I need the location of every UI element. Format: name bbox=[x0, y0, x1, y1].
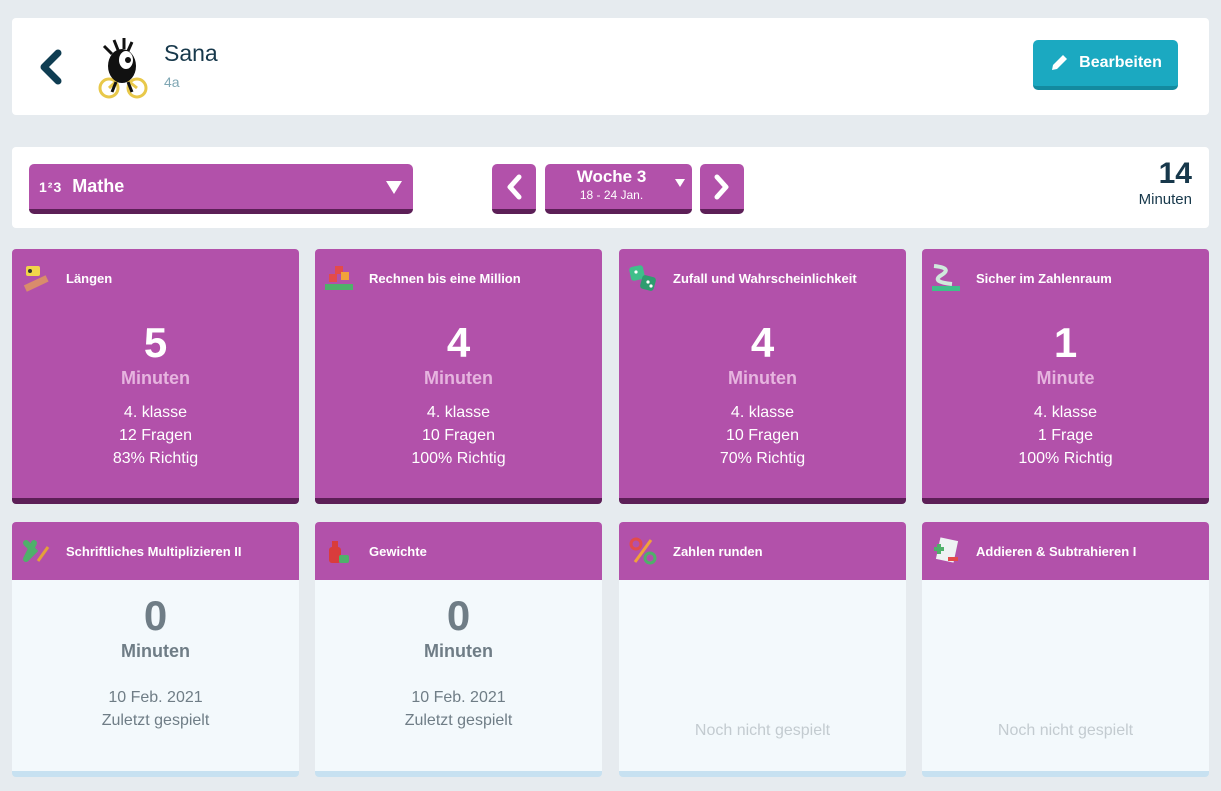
tile-title: Gewichte bbox=[369, 543, 427, 559]
caret-down-icon bbox=[386, 180, 402, 194]
tile-status: Noch nicht gespielt bbox=[997, 722, 1134, 739]
tile-title: Sicher im Zahlenraum bbox=[976, 270, 1112, 286]
tile-minutes-value: 5 bbox=[143, 319, 168, 366]
back-button[interactable] bbox=[36, 48, 66, 86]
avatar bbox=[92, 36, 154, 100]
tile-status: Noch nicht gespielt bbox=[694, 722, 831, 739]
tile-title: Längen bbox=[66, 270, 113, 286]
student-header: Sana 4a Bearbeiten bbox=[12, 18, 1209, 115]
topic-tile[interactable]: Schriftliches Multiplizieren II 0 Minute… bbox=[12, 522, 299, 777]
chevron-left-icon bbox=[507, 174, 522, 199]
topic-tile[interactable]: Längen 5 Minuten 4. klasse 12 Fragen 83%… bbox=[12, 249, 299, 504]
tile-title: Zufall und Wahrscheinlichkeit bbox=[673, 270, 857, 286]
tile-last-played-date: 10 Feb. 2021 bbox=[411, 689, 506, 706]
tile-minutes-value: 0 bbox=[143, 592, 168, 639]
add-subtract-icon bbox=[934, 537, 959, 563]
tile-minutes-unit: Minuten bbox=[728, 368, 797, 388]
tile-status: Zuletzt gespielt bbox=[101, 712, 210, 729]
tile-questions: 1 Frage bbox=[1037, 427, 1094, 444]
tile-grade: 4. klasse bbox=[730, 404, 795, 421]
tile-minutes-value: 1 bbox=[1053, 319, 1078, 366]
tile-header: Sicher im Zahlenraum bbox=[922, 249, 1209, 307]
total-minutes-unit: Minuten bbox=[1138, 191, 1192, 208]
chevron-right-icon bbox=[714, 174, 729, 199]
tile-minutes-unit: Minute bbox=[1036, 368, 1095, 388]
week-dropdown[interactable]: Woche 3 18 - 24 Jan. bbox=[545, 164, 692, 214]
tile-minutes-unit: Minuten bbox=[121, 368, 190, 388]
tile-questions: 10 Fragen bbox=[422, 427, 495, 444]
student-class: 4a bbox=[164, 74, 180, 90]
tile-header: Schriftliches Multiplizieren II bbox=[12, 522, 299, 580]
edit-button-label: Bearbeiten bbox=[1079, 54, 1162, 71]
filter-bar: 1²3 Mathe Woche 3 18 - 24 Jan. 14 Minute… bbox=[12, 147, 1209, 228]
topic-tile[interactable]: Zufall und Wahrscheinlichkeit 4 Minuten … bbox=[619, 249, 906, 504]
subject-dropdown[interactable]: 1²3 Mathe bbox=[29, 164, 413, 214]
million-blocks-icon bbox=[325, 266, 353, 290]
tile-correct: 70% Richtig bbox=[719, 450, 806, 467]
topic-tile[interactable]: Zahlen runden Noch nicht gespielt bbox=[619, 522, 906, 777]
week-range: 18 - 24 Jan. bbox=[579, 188, 644, 202]
tile-title: Schriftliches Multiplizieren II bbox=[66, 543, 242, 559]
next-week-button[interactable] bbox=[700, 164, 744, 214]
weights-icon bbox=[329, 541, 349, 563]
numbers-icon: 1²3 bbox=[39, 178, 63, 195]
tile-minutes-unit: Minuten bbox=[424, 368, 493, 388]
topic-tile[interactable]: Gewichte 0 Minuten 10 Feb. 2021 Zuletzt … bbox=[315, 522, 602, 777]
percent-rounding-icon bbox=[629, 537, 657, 565]
tile-header: Zahlen runden bbox=[619, 522, 906, 580]
topic-tile[interactable]: Sicher im Zahlenraum 1 Minute 4. klasse … bbox=[922, 249, 1209, 504]
tile-status: Zuletzt gespielt bbox=[404, 712, 513, 729]
tile-correct: 83% Richtig bbox=[112, 450, 199, 467]
tile-questions: 10 Fragen bbox=[726, 427, 799, 444]
previous-week-button[interactable] bbox=[492, 164, 536, 214]
tile-minutes-unit: Minuten bbox=[121, 641, 190, 661]
tile-questions: 12 Fragen bbox=[119, 427, 192, 444]
tile-title: Rechnen bis eine Million bbox=[369, 270, 521, 286]
subject-label: Mathe bbox=[72, 176, 125, 196]
topic-tile[interactable]: Rechnen bis eine Million 4 Minuten 4. kl… bbox=[315, 249, 602, 504]
caret-down-icon bbox=[675, 179, 685, 187]
tile-minutes-value: 4 bbox=[750, 319, 775, 366]
tile-grade: 4. klasse bbox=[123, 404, 188, 421]
tile-header: Zufall und Wahrscheinlichkeit bbox=[619, 249, 906, 307]
total-minutes-value: 14 bbox=[1158, 157, 1192, 190]
tile-correct: 100% Richtig bbox=[411, 450, 506, 467]
total-minutes: 14 Minuten bbox=[1139, 157, 1192, 208]
tile-grade: 4. klasse bbox=[1033, 404, 1098, 421]
tile-header: Addieren & Subtrahieren I bbox=[922, 522, 1209, 580]
tile-title: Zahlen runden bbox=[673, 543, 763, 559]
tile-title: Addieren & Subtrahieren I bbox=[976, 543, 1137, 559]
edit-button[interactable]: Bearbeiten bbox=[1033, 40, 1178, 90]
topic-tile[interactable]: Addieren & Subtrahieren I Noch nicht ges… bbox=[922, 522, 1209, 777]
pencil-icon bbox=[1052, 55, 1068, 70]
tile-minutes-unit: Minuten bbox=[424, 641, 493, 661]
chevron-left-icon bbox=[40, 49, 62, 85]
tile-minutes-value: 0 bbox=[446, 592, 471, 639]
number-road-icon bbox=[932, 264, 960, 291]
tile-header: Gewichte bbox=[315, 522, 602, 580]
multiply-icon bbox=[23, 540, 50, 562]
tile-last-played-date: 10 Feb. 2021 bbox=[108, 689, 203, 706]
ruler-icon bbox=[23, 266, 49, 292]
tile-header: Rechnen bis eine Million bbox=[315, 249, 602, 307]
dice-icon bbox=[629, 265, 656, 291]
tile-minutes-value: 4 bbox=[446, 319, 471, 366]
tile-grade: 4. klasse bbox=[426, 404, 491, 421]
tile-correct: 100% Richtig bbox=[1018, 450, 1113, 467]
week-title: Woche 3 bbox=[576, 167, 647, 186]
student-name: Sana bbox=[164, 40, 218, 66]
tile-header: Längen bbox=[12, 249, 299, 307]
